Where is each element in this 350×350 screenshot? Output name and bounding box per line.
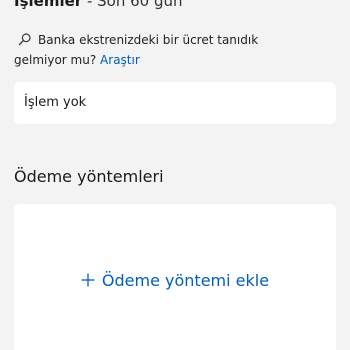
no-transactions-text: İşlem yok <box>24 95 87 110</box>
plus-icon <box>81 271 95 287</box>
payments-page: İşlemler - Son 60 gün Banka ekstrenizdek… <box>0 0 350 350</box>
unknown-charge-hint: Banka ekstrenizdeki bir ücret tanıdık ge… <box>14 30 314 70</box>
page-title: İşlemler - Son 60 gün <box>14 0 182 11</box>
add-payment-method-button[interactable]: Ödeme yöntemi ekle <box>14 270 336 292</box>
transactions-card: İşlem yok <box>14 82 336 124</box>
payment-methods-heading: Ödeme yöntemleri <box>14 167 164 186</box>
investigate-link[interactable]: Araştır <box>100 53 140 67</box>
payment-methods-card: Ödeme yöntemi ekle <box>14 204 336 350</box>
search-icon <box>18 32 32 46</box>
add-payment-method-label: Ödeme yöntemi ekle <box>101 271 270 290</box>
page-title-main: İşlemler <box>14 0 83 10</box>
page-title-period: - Son 60 gün <box>82 0 183 10</box>
